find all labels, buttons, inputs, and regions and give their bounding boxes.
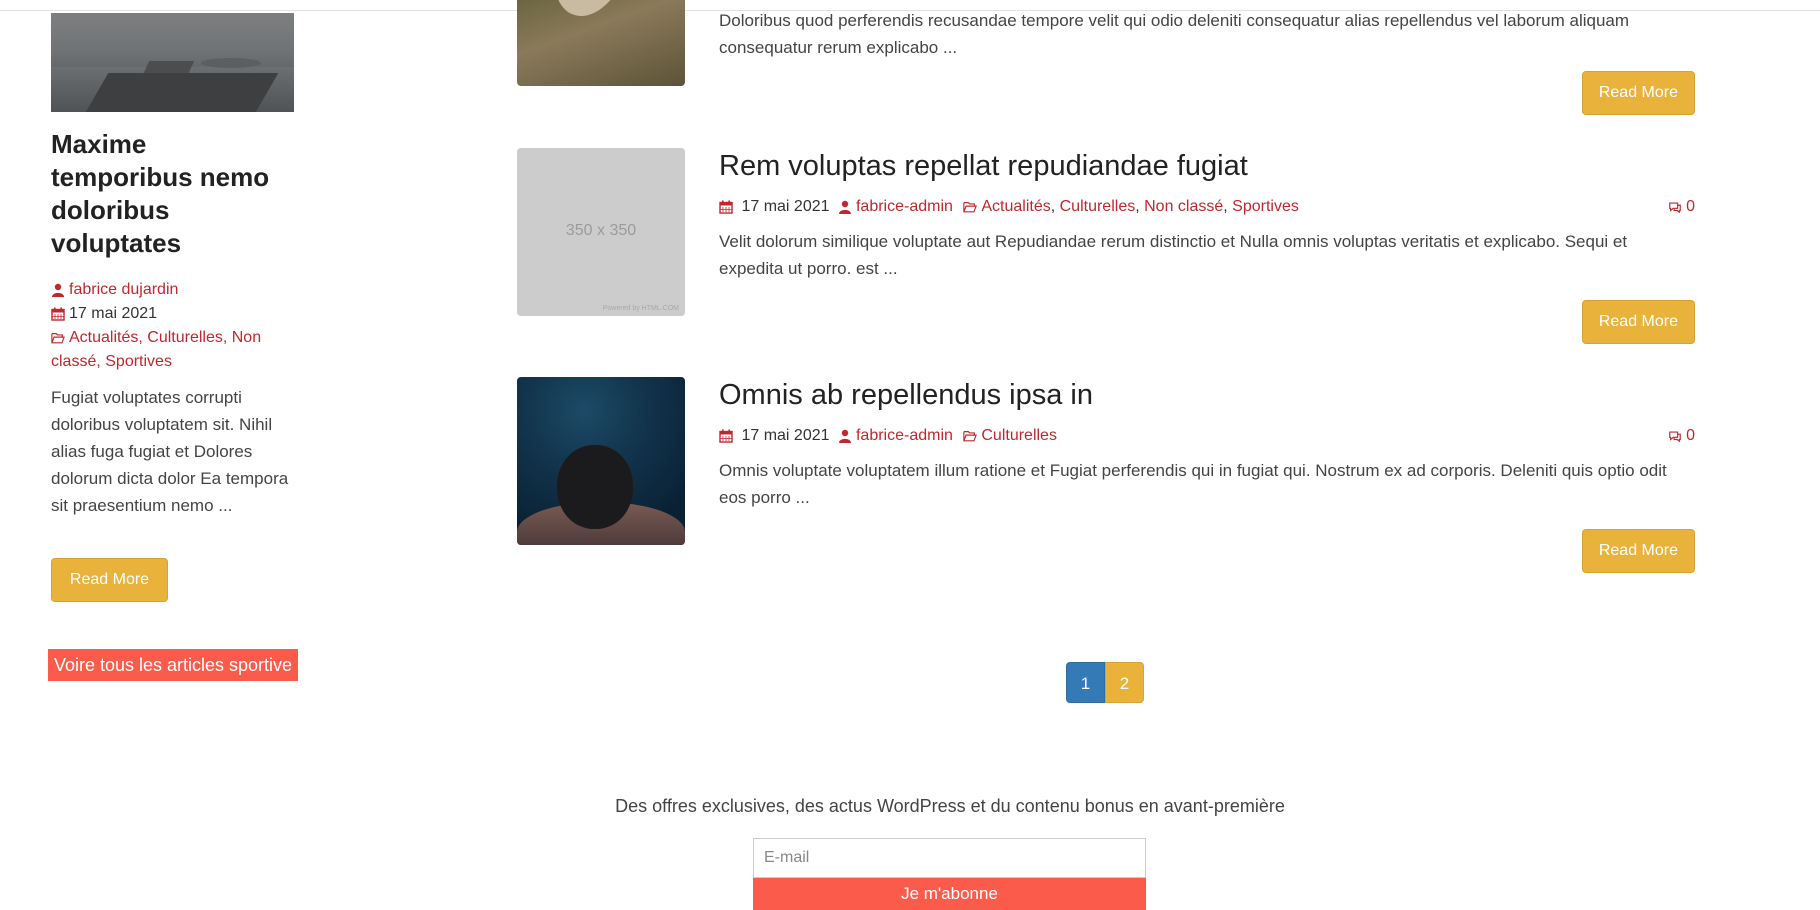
comments-link[interactable]: 0 bbox=[1668, 425, 1695, 447]
post-meta: 17 mai 2021 fabrice-admin Culturelles 0 bbox=[719, 425, 1695, 447]
category-link[interactable]: Actualités bbox=[69, 329, 138, 346]
sidebar-author-name[interactable]: fabrice dujardin bbox=[69, 281, 178, 298]
subscribe-button[interactable]: Je m'abonne bbox=[753, 878, 1146, 910]
post-author[interactable]: fabrice-admin bbox=[856, 198, 953, 215]
post-title[interactable]: Rem voluptas repellat repudiandae fugiat bbox=[719, 148, 1695, 184]
comments-link[interactable]: 0 bbox=[1668, 196, 1695, 218]
post-thumbnail[interactable] bbox=[517, 0, 685, 86]
user-icon bbox=[52, 283, 64, 297]
comments-icon bbox=[1669, 431, 1681, 443]
post-author[interactable]: fabrice-admin bbox=[856, 427, 953, 444]
comments-count[interactable]: 0 bbox=[1686, 427, 1695, 444]
sidebar-categories: Actualités, Culturelles, Non classé, Spo… bbox=[51, 329, 262, 370]
category-link[interactable]: Sportives bbox=[1232, 198, 1299, 215]
sidebar-read-more-button[interactable]: Read More bbox=[51, 558, 168, 602]
post-date: 17 mai 2021 bbox=[741, 427, 830, 444]
post-excerpt: Velit dolorum similique voluptate aut Re… bbox=[719, 232, 1628, 278]
user-icon bbox=[838, 200, 851, 214]
read-more-button[interactable]: Read More bbox=[1581, 300, 1695, 344]
post-meta: 17 mai 2021 fabrice-admin Actualités, Cu… bbox=[719, 196, 1695, 218]
read-more-button[interactable]: Read More bbox=[1581, 529, 1695, 573]
sidebar-author[interactable]: fabrice dujardin bbox=[51, 278, 178, 302]
comments-count[interactable]: 0 bbox=[1686, 198, 1695, 215]
post-thumbnail[interactable] bbox=[517, 377, 685, 545]
sidebar-article-image[interactable] bbox=[51, 13, 294, 112]
email-input[interactable] bbox=[753, 838, 1146, 878]
comments-icon bbox=[1669, 202, 1681, 214]
pagination: 1 2 bbox=[1066, 662, 1144, 703]
calendar-icon bbox=[719, 200, 733, 214]
calendar-icon bbox=[51, 307, 65, 321]
read-more-button[interactable]: Read More bbox=[1581, 71, 1695, 115]
sidebar-date-text: 17 mai 2021 bbox=[69, 305, 158, 322]
user-icon bbox=[838, 429, 851, 443]
placeholder-credit: Powered by HTML.COM bbox=[602, 305, 679, 312]
category-link[interactable]: Non classé bbox=[1144, 198, 1223, 215]
post-thumbnail-placeholder[interactable]: 350 x 350 Powered by HTML.COM bbox=[517, 148, 685, 316]
post-title[interactable]: Omnis ab repellendus ipsa in bbox=[719, 377, 1695, 413]
page-1-button[interactable]: 1 bbox=[1066, 662, 1105, 703]
sidebar-article-excerpt: Fugiat voluptates corrupti doloribus vol… bbox=[51, 388, 289, 515]
category-link[interactable]: Actualités bbox=[981, 198, 1050, 215]
all-sport-articles-button[interactable]: Voire tous les articles sportive bbox=[48, 649, 298, 681]
folder-open-icon bbox=[51, 332, 65, 344]
sidebar-date: 17 mai 2021 bbox=[51, 302, 157, 326]
sidebar-article-title[interactable]: Maxime temporibus nemo doloribus volupta… bbox=[51, 128, 295, 260]
folder-open-icon bbox=[963, 201, 978, 213]
category-link[interactable]: Culturelles bbox=[147, 329, 223, 346]
post-excerpt: Omnis voluptate voluptatem illum ratione… bbox=[719, 461, 1667, 507]
page-2-button[interactable]: 2 bbox=[1105, 662, 1144, 703]
category-link[interactable]: Culturelles bbox=[981, 427, 1057, 444]
category-link[interactable]: Culturelles bbox=[1060, 198, 1136, 215]
folder-open-icon bbox=[963, 430, 978, 442]
post-excerpt: Doloribus quod perferendis recusandae te… bbox=[719, 11, 1630, 57]
newsletter-text: Des offres exclusives, des actus WordPre… bbox=[615, 796, 1285, 816]
placeholder-size-text: 350 x 350 bbox=[565, 222, 637, 239]
calendar-icon bbox=[719, 429, 733, 443]
post-date: 17 mai 2021 bbox=[741, 198, 830, 215]
category-link[interactable]: Sportives bbox=[105, 353, 172, 370]
